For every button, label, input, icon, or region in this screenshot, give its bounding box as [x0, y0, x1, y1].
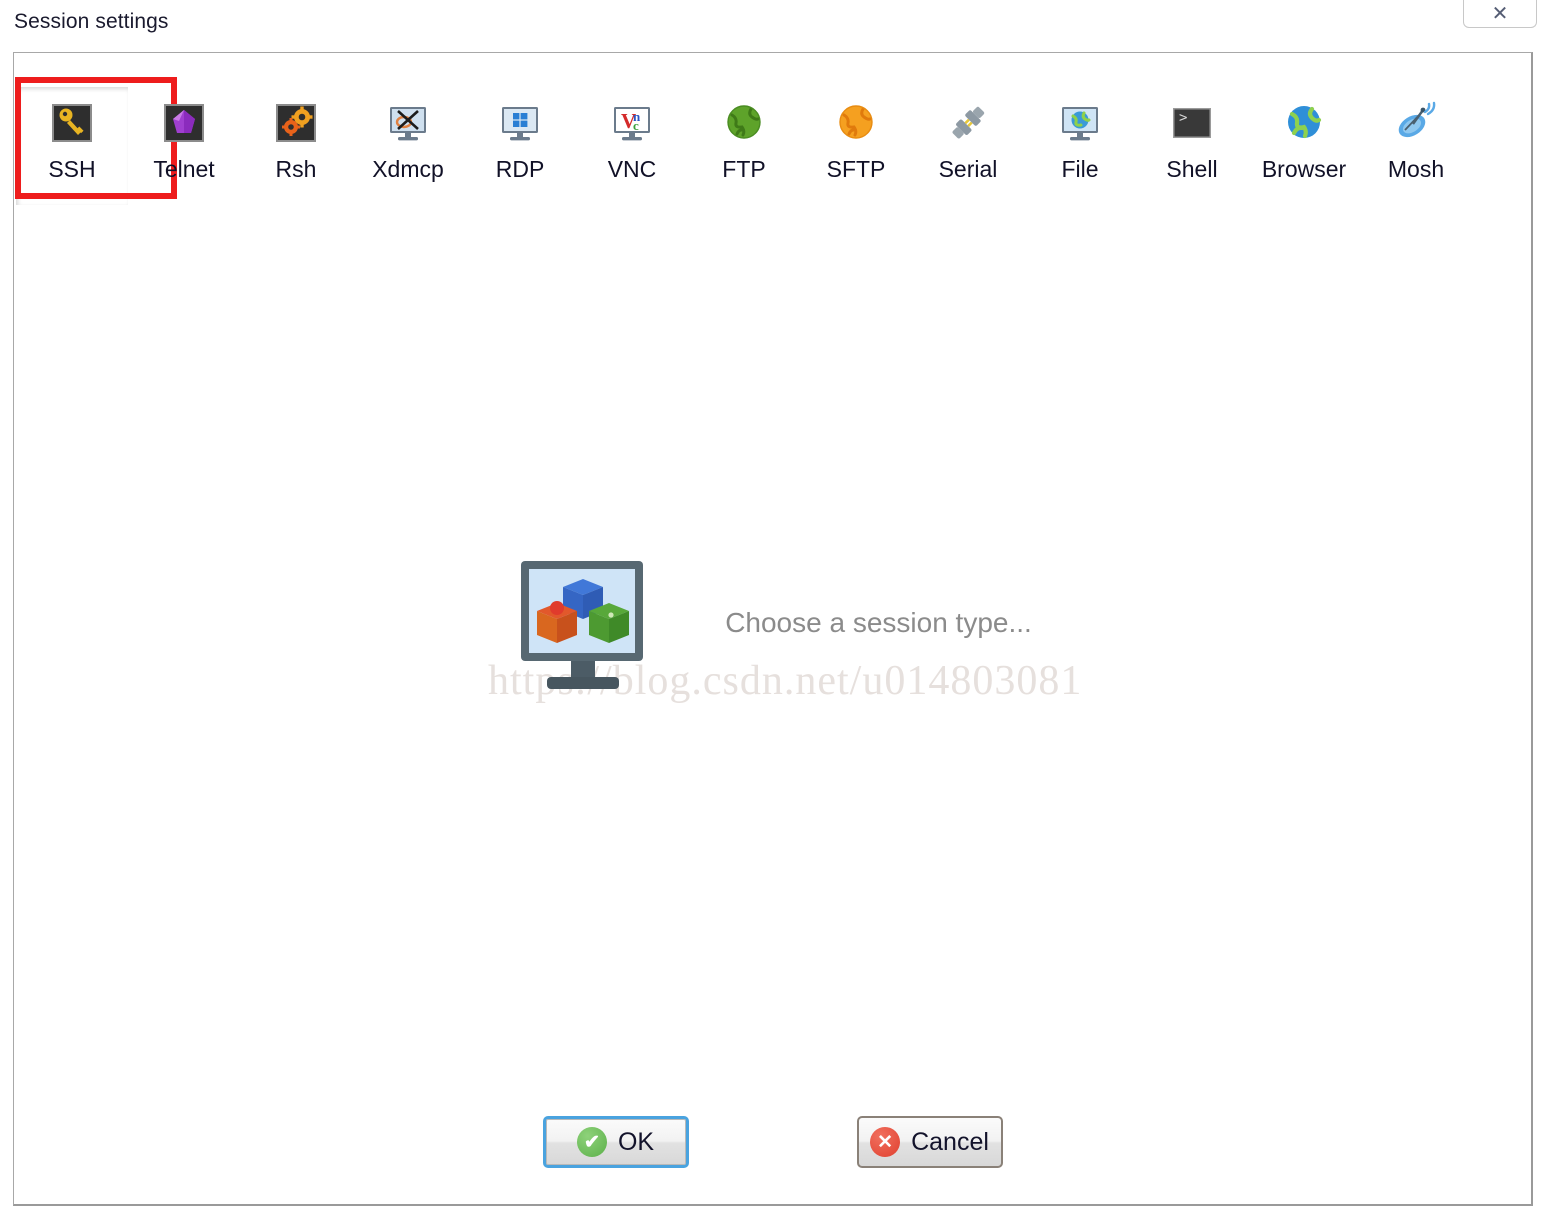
cancel-button-label: Cancel: [911, 1127, 989, 1156]
globe-orange-icon: [833, 100, 879, 146]
session-type-label: Mosh: [1387, 156, 1445, 182]
session-type-label: SSH: [48, 156, 96, 182]
session-type-toolbar: SSH Telnet Rsh Xdmcp RDP V n c VNC FTP S…: [14, 77, 1531, 207]
session-type-shell[interactable]: > Shell: [1136, 87, 1248, 205]
monitor-globe-icon: [1057, 100, 1103, 146]
session-type-vnc[interactable]: V n c VNC: [576, 87, 688, 205]
dialog-button-bar: ✔ OK ✕ Cancel: [14, 1116, 1531, 1168]
session-type-rsh[interactable]: Rsh: [240, 87, 352, 205]
session-type-label: SFTP: [826, 156, 886, 182]
cancel-button[interactable]: ✕ Cancel: [856, 1116, 1003, 1168]
session-type-rdp[interactable]: RDP: [464, 87, 576, 205]
gears-icon: [273, 100, 319, 146]
session-type-label: Browser: [1261, 156, 1347, 182]
session-type-label: Telnet: [153, 156, 215, 182]
monitor-cubes-icon: [513, 553, 653, 693]
satellite-dish-icon: [1393, 100, 1439, 146]
session-type-sftp[interactable]: SFTP: [800, 87, 912, 205]
session-type-label: Xdmcp: [372, 156, 444, 182]
session-type-file[interactable]: File: [1024, 87, 1136, 205]
gem-icon: [161, 100, 207, 146]
globe-green-icon: [721, 100, 767, 146]
session-type-serial[interactable]: Serial: [912, 87, 1024, 205]
session-type-label: FTP: [722, 156, 766, 182]
session-type-browser[interactable]: Browser: [1248, 87, 1360, 205]
ok-button-label: OK: [617, 1127, 655, 1156]
session-type-label: Shell: [1166, 156, 1218, 182]
session-type-mosh[interactable]: Mosh: [1360, 87, 1472, 205]
monitor-windows-icon: [497, 100, 543, 146]
session-type-ftp[interactable]: FTP: [688, 87, 800, 205]
placeholder-label: Choose a session type...: [725, 607, 1032, 638]
terminal-icon: >: [1169, 100, 1215, 146]
monitor-vnc-icon: V n c: [609, 100, 655, 146]
globe-blue-icon: [1281, 100, 1327, 146]
svg-text:c: c: [633, 118, 639, 133]
close-button[interactable]: ✕: [1463, 0, 1537, 28]
session-type-label: Rsh: [275, 156, 317, 182]
check-icon: ✔: [576, 1127, 607, 1157]
cross-icon: ✕: [870, 1127, 901, 1157]
page-title: Session settings: [14, 10, 169, 33]
session-settings-panel: SSH Telnet Rsh Xdmcp RDP V n c VNC FTP S…: [13, 52, 1533, 1206]
session-type-label: RDP: [495, 156, 545, 182]
svg-text:>: >: [1179, 110, 1187, 126]
monitor-x-icon: [385, 100, 431, 146]
close-icon: ✕: [1491, 1, 1509, 25]
session-type-label: VNC: [607, 156, 657, 182]
watermark-text: https://blog.csdn.net/u014803081: [488, 658, 1083, 704]
session-type-telnet[interactable]: Telnet: [128, 87, 240, 205]
session-type-label: Serial: [938, 156, 998, 182]
title-bar: Session settings ✕: [0, 0, 1546, 50]
session-placeholder: Choose a session type...: [14, 553, 1531, 693]
session-type-ssh[interactable]: SSH: [15, 77, 177, 205]
key-icon: [49, 100, 95, 146]
ok-button[interactable]: ✔ OK: [542, 1116, 689, 1168]
plug-icon: [945, 100, 991, 146]
session-type-xdmcp[interactable]: Xdmcp: [352, 87, 464, 205]
session-type-label: File: [1061, 156, 1099, 182]
